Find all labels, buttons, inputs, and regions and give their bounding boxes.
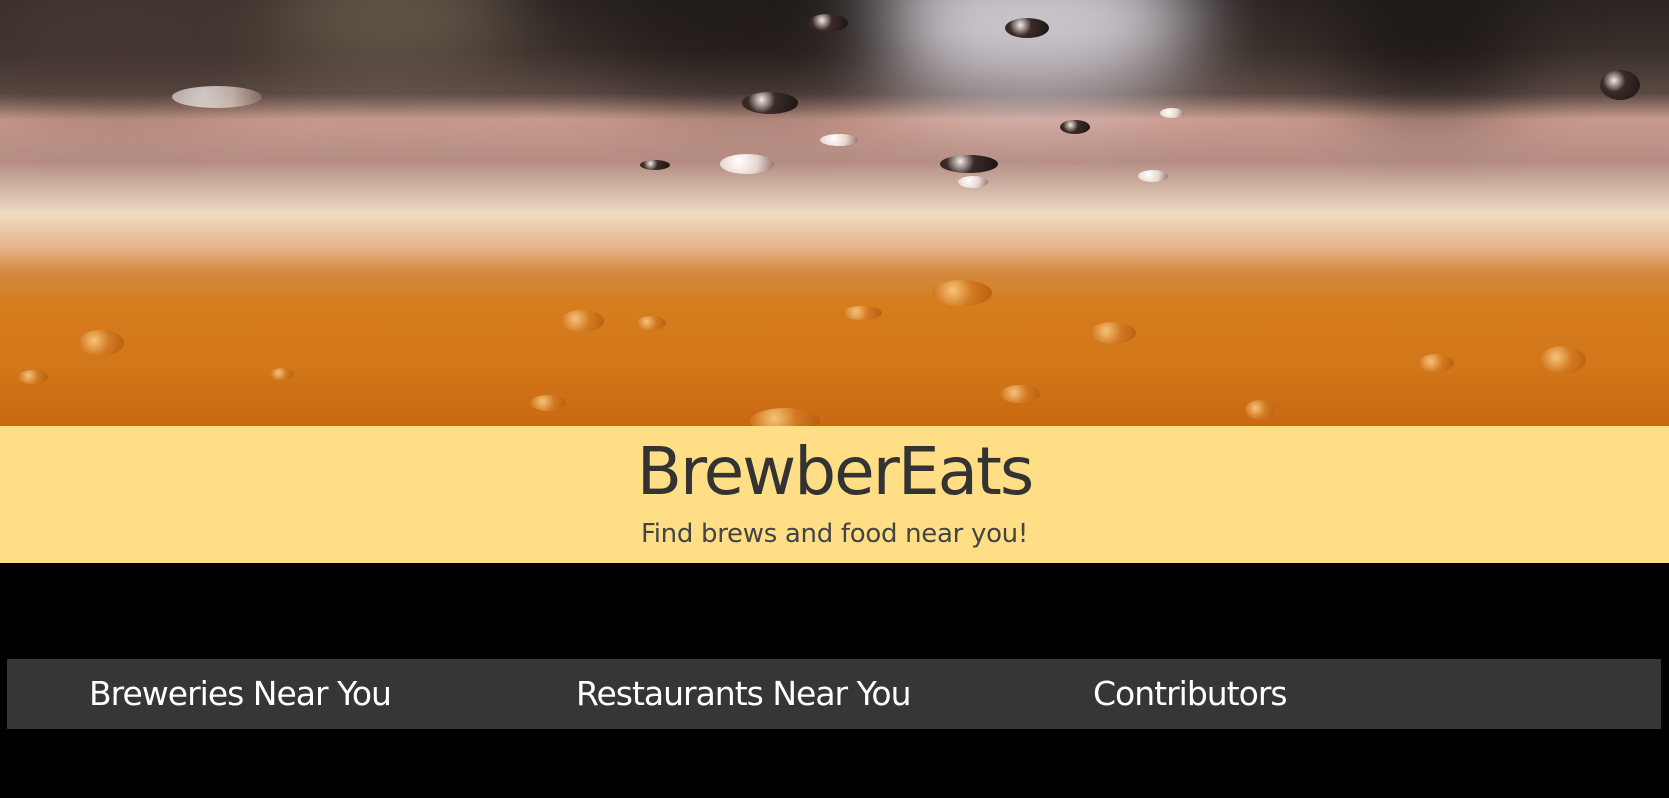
hero-banner-image (0, 0, 1669, 426)
site-title: BrewberEats (636, 433, 1035, 510)
site-tagline: Find brews and food near you! (640, 519, 1028, 549)
main-navigation: Breweries Near You Restaurants Near You … (7, 659, 1661, 729)
site-header: BrewberEats Find brews and food near you… (0, 426, 1669, 563)
nav-link-breweries[interactable]: Breweries Near You (89, 659, 392, 729)
nav-link-restaurants[interactable]: Restaurants Near You (576, 659, 911, 729)
nav-link-contributors[interactable]: Contributors (1093, 659, 1288, 729)
